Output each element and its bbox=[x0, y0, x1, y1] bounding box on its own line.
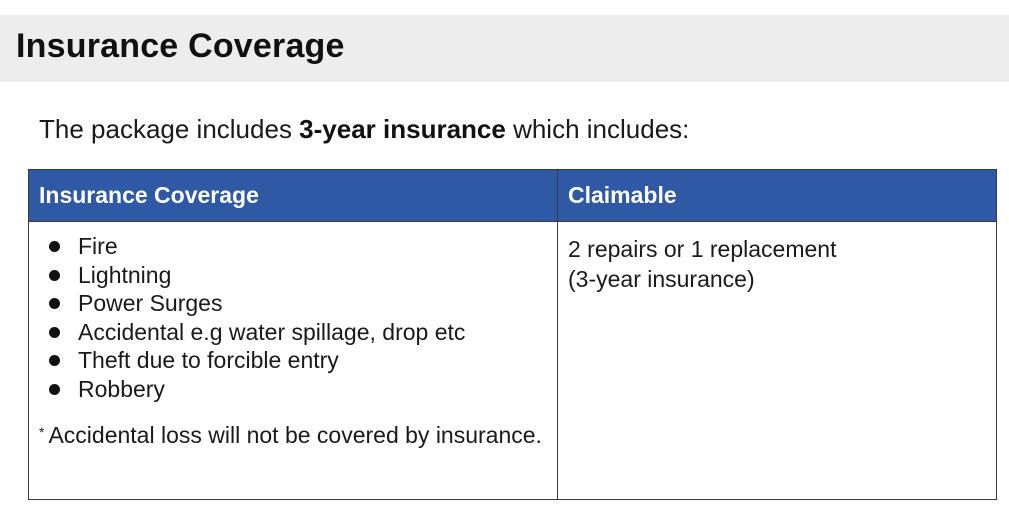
coverage-table: Insurance Coverage Claimable Fire Lightn… bbox=[28, 169, 997, 500]
bullet-icon bbox=[49, 355, 60, 367]
intro-text-bold: 3-year insurance bbox=[299, 114, 506, 144]
list-item: Lightning bbox=[39, 261, 547, 290]
coverage-cell: Fire Lightning Power Surges Accidental e… bbox=[28, 221, 558, 500]
bullet-icon bbox=[49, 269, 60, 281]
peril-label: Robbery bbox=[78, 375, 165, 402]
list-item: Robbery bbox=[39, 375, 547, 404]
list-item: Accidental e.g water spillage, drop etc bbox=[39, 318, 547, 347]
peril-label: Accidental e.g water spillage, drop etc bbox=[78, 318, 466, 345]
intro-text-after: which includes: bbox=[505, 114, 690, 144]
bullet-icon bbox=[49, 298, 60, 310]
bullet-icon bbox=[49, 241, 60, 252]
header-bar: Insurance Coverage bbox=[0, 15, 1009, 82]
list-item: Theft due to forcible entry bbox=[39, 346, 547, 375]
claimable-cell: 2 repairs or 1 replacement (3-year insur… bbox=[557, 221, 997, 500]
peril-label: Fire bbox=[78, 233, 118, 259]
claimable-line-1: 2 repairs or 1 replacement bbox=[568, 236, 837, 262]
peril-label: Theft due to forcible entry bbox=[78, 347, 339, 374]
page-title: Insurance Coverage bbox=[16, 27, 345, 65]
claimable-line-2: (3-year insurance) bbox=[568, 266, 755, 292]
peril-label: Power Surges bbox=[78, 290, 223, 317]
list-item: Fire bbox=[39, 232, 547, 261]
table-header-row: Insurance Coverage Claimable bbox=[28, 169, 997, 222]
peril-list: Fire Lightning Power Surges Accidental e… bbox=[39, 232, 547, 404]
intro-text-before: The package includes bbox=[39, 114, 300, 144]
intro-text: The package includes 3-year insurance wh… bbox=[39, 114, 689, 145]
bullet-icon bbox=[49, 326, 60, 338]
footnote-marker: * bbox=[39, 423, 45, 440]
column-header-coverage: Insurance Coverage bbox=[28, 169, 558, 222]
bullet-icon bbox=[49, 383, 60, 395]
peril-label: Lightning bbox=[78, 261, 172, 288]
column-header-claimable: Claimable bbox=[557, 169, 997, 222]
footnote: * Accidental loss will not be covered by … bbox=[39, 421, 547, 449]
list-item: Power Surges bbox=[39, 289, 547, 318]
table-row: Fire Lightning Power Surges Accidental e… bbox=[28, 221, 997, 500]
footnote-text: Accidental loss will not be covered by i… bbox=[48, 421, 542, 448]
